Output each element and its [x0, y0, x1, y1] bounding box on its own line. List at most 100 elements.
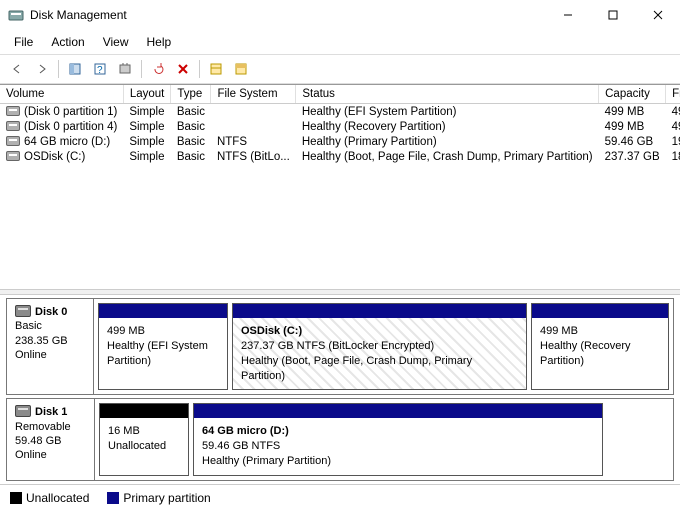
partition-size: 237.37 GB NTFS (BitLocker Encrypted) [241, 339, 518, 354]
cell-capacity: 237.37 GB [599, 149, 666, 164]
cell-layout: Simple [123, 134, 171, 149]
menubar: File Action View Help [0, 30, 680, 55]
col-volume[interactable]: Volume [0, 85, 123, 104]
partition-status: Healthy (Primary Partition) [202, 454, 594, 469]
cell-volume: (Disk 0 partition 1) [0, 104, 123, 120]
disk-state: Online [15, 348, 85, 362]
window-title: Disk Management [30, 8, 545, 22]
partition-status: Unallocated [108, 439, 180, 454]
menu-file[interactable]: File [6, 32, 41, 52]
partition-body: 499 MBHealthy (EFI System Partition) [99, 318, 227, 389]
col-free[interactable]: Free Space [666, 85, 680, 104]
disk-header[interactable]: Disk 1 Removable59.48 GBOnline [7, 399, 95, 480]
cell-fs: NTFS [211, 134, 296, 149]
cell-fs [211, 104, 296, 120]
app-icon [8, 7, 24, 23]
disk-size: 59.48 GB [15, 434, 86, 448]
partition-status: Healthy (Recovery Partition) [540, 339, 660, 369]
disk-state: Online [15, 448, 86, 462]
cell-free: 499 MB [666, 119, 680, 134]
table-row[interactable]: OSDisk (C:)SimpleBasicNTFS (BitLo...Heal… [0, 149, 680, 164]
disk-type: Removable [15, 420, 86, 434]
volume-icon [6, 121, 20, 131]
col-fs[interactable]: File System [211, 85, 296, 104]
disk-row[interactable]: Disk 0Basic238.35 GBOnline499 MBHealthy … [6, 298, 674, 395]
disk-name: Disk 1 [35, 406, 67, 418]
volume-table[interactable]: Volume Layout Type File System Status Ca… [0, 85, 680, 164]
cell-layout: Simple [123, 119, 171, 134]
partition-status: Healthy (EFI System Partition) [107, 339, 219, 369]
col-type[interactable]: Type [171, 85, 211, 104]
cell-capacity: 499 MB [599, 119, 666, 134]
partition[interactable]: OSDisk (C:)237.37 GB NTFS (BitLocker Enc… [232, 303, 527, 390]
partition-stripe [194, 404, 602, 418]
back-button[interactable] [6, 58, 28, 80]
cell-type: Basic [171, 149, 211, 164]
disk-row[interactable]: Disk 1 Removable59.48 GBOnline 16 MBUnallo… [6, 398, 674, 481]
disk-header[interactable]: Disk 0Basic238.35 GBOnline [7, 299, 94, 394]
refresh-button[interactable] [114, 58, 136, 80]
disk-type: Basic [15, 319, 85, 333]
col-capacity[interactable]: Capacity [599, 85, 666, 104]
legend: Unallocated Primary partition [0, 484, 680, 511]
cell-status: Healthy (EFI System Partition) [296, 104, 599, 120]
settings-button[interactable]: ? [89, 58, 111, 80]
cell-capacity: 499 MB [599, 104, 666, 120]
partition[interactable]: 16 MBUnallocated [99, 403, 189, 476]
partition-size: 499 MB [107, 324, 219, 339]
unallocated-swatch [10, 492, 22, 504]
partition[interactable]: 64 GB micro (D:)59.46 GB NTFSHealthy (Pr… [193, 403, 603, 476]
cell-status: Healthy (Boot, Page File, Crash Dump, Pr… [296, 149, 599, 164]
menu-help[interactable]: Help [139, 32, 180, 52]
graphical-view-button[interactable] [230, 58, 252, 80]
partition-size: 499 MB [540, 324, 660, 339]
partition[interactable]: 499 MBHealthy (Recovery Partition) [531, 303, 669, 390]
partition-stripe [532, 304, 668, 318]
partition[interactable]: 499 MBHealthy (EFI System Partition) [98, 303, 228, 390]
forward-button[interactable] [31, 58, 53, 80]
table-header-row[interactable]: Volume Layout Type File System Status Ca… [0, 85, 680, 104]
maximize-button[interactable] [590, 0, 635, 30]
close-button[interactable] [635, 0, 680, 30]
partition-status: Healthy (Boot, Page File, Crash Dump, Pr… [241, 354, 518, 384]
cell-free: 18.57 GB [666, 149, 680, 164]
cell-status: Healthy (Primary Partition) [296, 134, 599, 149]
col-layout[interactable]: Layout [123, 85, 171, 104]
partition-container: 16 MBUnallocated64 GB micro (D:)59.46 GB… [95, 399, 673, 480]
table-row[interactable]: (Disk 0 partition 4)SimpleBasic Healthy (… [0, 119, 680, 134]
volume-icon [6, 151, 20, 161]
disk-icon [15, 305, 31, 317]
show-hide-console-button[interactable] [64, 58, 86, 80]
cell-free: 499 MB [666, 104, 680, 120]
menu-action[interactable]: Action [43, 32, 92, 52]
partition-stripe [100, 404, 188, 418]
table-row[interactable]: (Disk 0 partition 1)SimpleBasicHealthy (… [0, 104, 680, 120]
toolbar-separator [58, 60, 59, 78]
list-view-button[interactable] [205, 58, 227, 80]
volume-table-wrap: Volume Layout Type File System Status Ca… [0, 84, 680, 164]
partition-body: 64 GB micro (D:)59.46 GB NTFSHealthy (Pr… [194, 418, 602, 475]
cell-type: Basic [171, 119, 211, 134]
table-row[interactable]: 64 GB micro (D:)SimpleBasicNTFSHealthy (… [0, 134, 680, 149]
legend-primary-label: Primary partition [123, 491, 210, 505]
partition-size: 59.46 GB NTFS [202, 439, 594, 454]
legend-unallocated-label: Unallocated [26, 491, 89, 505]
menu-view[interactable]: View [95, 32, 137, 52]
cell-volume: (Disk 0 partition 4) [0, 119, 123, 134]
titlebar: Disk Management [0, 0, 680, 30]
table-empty-space [0, 164, 680, 289]
cell-volume: OSDisk (C:) [0, 149, 123, 164]
disk-icon [15, 405, 31, 417]
svg-text:?: ? [97, 65, 103, 76]
undo-button[interactable] [147, 58, 169, 80]
delete-button[interactable] [172, 58, 194, 80]
cell-layout: Simple [123, 104, 171, 120]
disk-graphical-panel: Disk 0Basic238.35 GBOnline499 MBHealthy … [0, 295, 680, 484]
cell-status: Healthy (Recovery Partition) [296, 119, 599, 134]
cell-layout: Simple [123, 149, 171, 164]
cell-capacity: 59.46 GB [599, 134, 666, 149]
partition-body: OSDisk (C:)237.37 GB NTFS (BitLocker Enc… [233, 318, 526, 389]
cell-fs: NTFS (BitLo... [211, 149, 296, 164]
col-status[interactable]: Status [296, 85, 599, 104]
minimize-button[interactable] [545, 0, 590, 30]
